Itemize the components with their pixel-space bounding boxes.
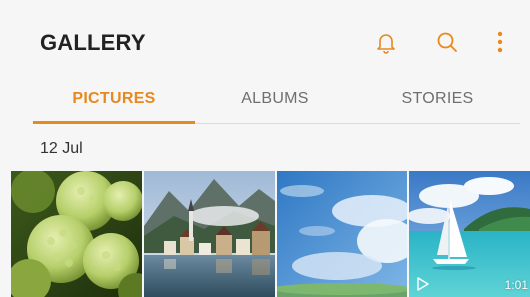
- thumbnail-grid: 1:01: [11, 171, 530, 297]
- search-icon[interactable]: [433, 28, 461, 56]
- video-duration: 1:01: [504, 278, 528, 292]
- app-header: GALLERY: [0, 0, 530, 86]
- tab-stories[interactable]: STORIES: [355, 76, 520, 122]
- gallery-app: GALLERY PICTURES ALBUMS STORIES 12 Jul 1…: [0, 0, 530, 297]
- thumbnail-sailboat-video[interactable]: 1:01: [409, 171, 530, 297]
- app-title: GALLERY: [40, 30, 146, 55]
- tab-bar: PICTURES ALBUMS STORIES: [0, 76, 530, 124]
- tab-albums[interactable]: ALBUMS: [195, 76, 355, 122]
- more-vertical-icon[interactable]: [486, 28, 514, 56]
- play-icon: [417, 277, 429, 291]
- thumbnail-flowers[interactable]: [11, 171, 142, 297]
- thumbnail-sky[interactable]: [277, 171, 407, 297]
- date-section-header: 12 Jul: [40, 140, 83, 157]
- tab-pictures[interactable]: PICTURES: [33, 76, 195, 122]
- thumbnail-lake-village[interactable]: [144, 171, 275, 297]
- tab-divider: [195, 123, 520, 124]
- active-tab-indicator: [33, 121, 195, 124]
- bell-icon[interactable]: [372, 28, 400, 56]
